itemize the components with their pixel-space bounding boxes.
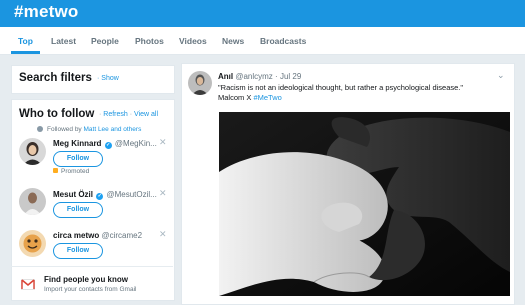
tweet-text: "Racism is not an ideological thought, b… bbox=[218, 83, 488, 103]
follow-button[interactable]: Follow bbox=[53, 151, 103, 167]
tab-broadcasts[interactable]: Broadcasts bbox=[260, 36, 306, 46]
user-handle: @MesutOzil... bbox=[106, 190, 157, 199]
tab-news[interactable]: News bbox=[222, 36, 244, 46]
user-name-line: Meg Kinnard ✓ @MegKin... bbox=[53, 139, 157, 149]
avatar[interactable] bbox=[19, 138, 46, 165]
user-name[interactable]: Meg Kinnard bbox=[53, 139, 101, 148]
tweet-dot: · bbox=[275, 72, 278, 81]
tab-top[interactable]: Top bbox=[18, 36, 33, 46]
active-tab-indicator bbox=[11, 51, 40, 54]
tab-photos[interactable]: Photos bbox=[135, 36, 164, 46]
user-name-line: Mesut Özil ✓ @MesutOzil... bbox=[53, 190, 157, 200]
tweet-author-handle[interactable]: @anlcymz bbox=[235, 72, 272, 81]
close-icon[interactable]: ✕ bbox=[159, 188, 167, 199]
tab-videos[interactable]: Videos bbox=[179, 36, 207, 46]
tweet-author-name[interactable]: Anıl bbox=[218, 72, 233, 81]
follow-button[interactable]: Follow bbox=[53, 243, 103, 259]
find-people-title[interactable]: Find people you know bbox=[44, 275, 128, 284]
verified-icon: ✓ bbox=[104, 142, 112, 149]
followed-by-label: Followed by bbox=[47, 126, 82, 133]
chevron-down-icon[interactable]: ⌄ bbox=[497, 70, 505, 81]
user-handle: @MegKin... bbox=[114, 139, 157, 148]
search-filters-title: Search filters bbox=[19, 72, 92, 84]
promoted-label: Promoted bbox=[61, 168, 90, 175]
search-filters-show-wrap: · Show bbox=[97, 75, 119, 82]
avatar[interactable] bbox=[19, 230, 46, 257]
tweet-text-line1: "Racism is not an ideological thought, b… bbox=[218, 83, 464, 92]
promoted-icon bbox=[53, 168, 58, 173]
followed-by-names[interactable]: Matt Lee and others bbox=[84, 126, 142, 133]
who-to-follow-title: Who to follow bbox=[19, 108, 95, 120]
search-query-title: #metwo bbox=[14, 2, 79, 21]
refresh-link[interactable]: Refresh bbox=[103, 111, 128, 118]
person-icon bbox=[37, 126, 43, 132]
tweet-text-line2: Malcom X bbox=[218, 93, 252, 102]
user-name-line: circa metwo @circame2 bbox=[53, 231, 142, 240]
search-tabs: Top Latest People Photos Videos News Bro… bbox=[0, 27, 525, 55]
promoted-label-wrap: Promoted bbox=[53, 168, 89, 175]
followed-by-line: Followed by Matt Lee and others bbox=[37, 126, 141, 133]
tab-people[interactable]: People bbox=[91, 36, 119, 46]
tweet-photo-image bbox=[219, 112, 510, 296]
view-all-link[interactable]: View all bbox=[134, 111, 158, 118]
user-name[interactable]: Mesut Özil bbox=[53, 190, 93, 199]
divider bbox=[11, 266, 173, 267]
who-to-follow-links: · Refresh · View all bbox=[99, 111, 159, 118]
tweet-header: Anıl @anlcymz · Jul 29 bbox=[218, 72, 301, 81]
user-name[interactable]: circa metwo bbox=[53, 231, 99, 240]
close-icon[interactable]: ✕ bbox=[159, 137, 167, 148]
close-icon[interactable]: ✕ bbox=[159, 229, 167, 240]
tweet-date[interactable]: Jul 29 bbox=[280, 72, 301, 81]
verified-icon: ✓ bbox=[96, 193, 104, 200]
avatar[interactable] bbox=[19, 188, 46, 215]
search-header: #metwo bbox=[0, 0, 525, 27]
tweet-photo[interactable] bbox=[219, 112, 510, 296]
tweet-hashtag[interactable]: #MeTwo bbox=[253, 93, 281, 102]
follow-button[interactable]: Follow bbox=[53, 202, 103, 218]
gmail-icon bbox=[21, 279, 35, 290]
user-handle: @circame2 bbox=[101, 231, 143, 240]
find-people-subtitle: Import your contacts from Gmail bbox=[44, 286, 137, 293]
search-filters-show-link[interactable]: Show bbox=[101, 75, 119, 82]
tab-latest[interactable]: Latest bbox=[51, 36, 76, 46]
search-filters-card: Search filters · Show bbox=[11, 65, 175, 94]
avatar[interactable] bbox=[188, 71, 212, 95]
